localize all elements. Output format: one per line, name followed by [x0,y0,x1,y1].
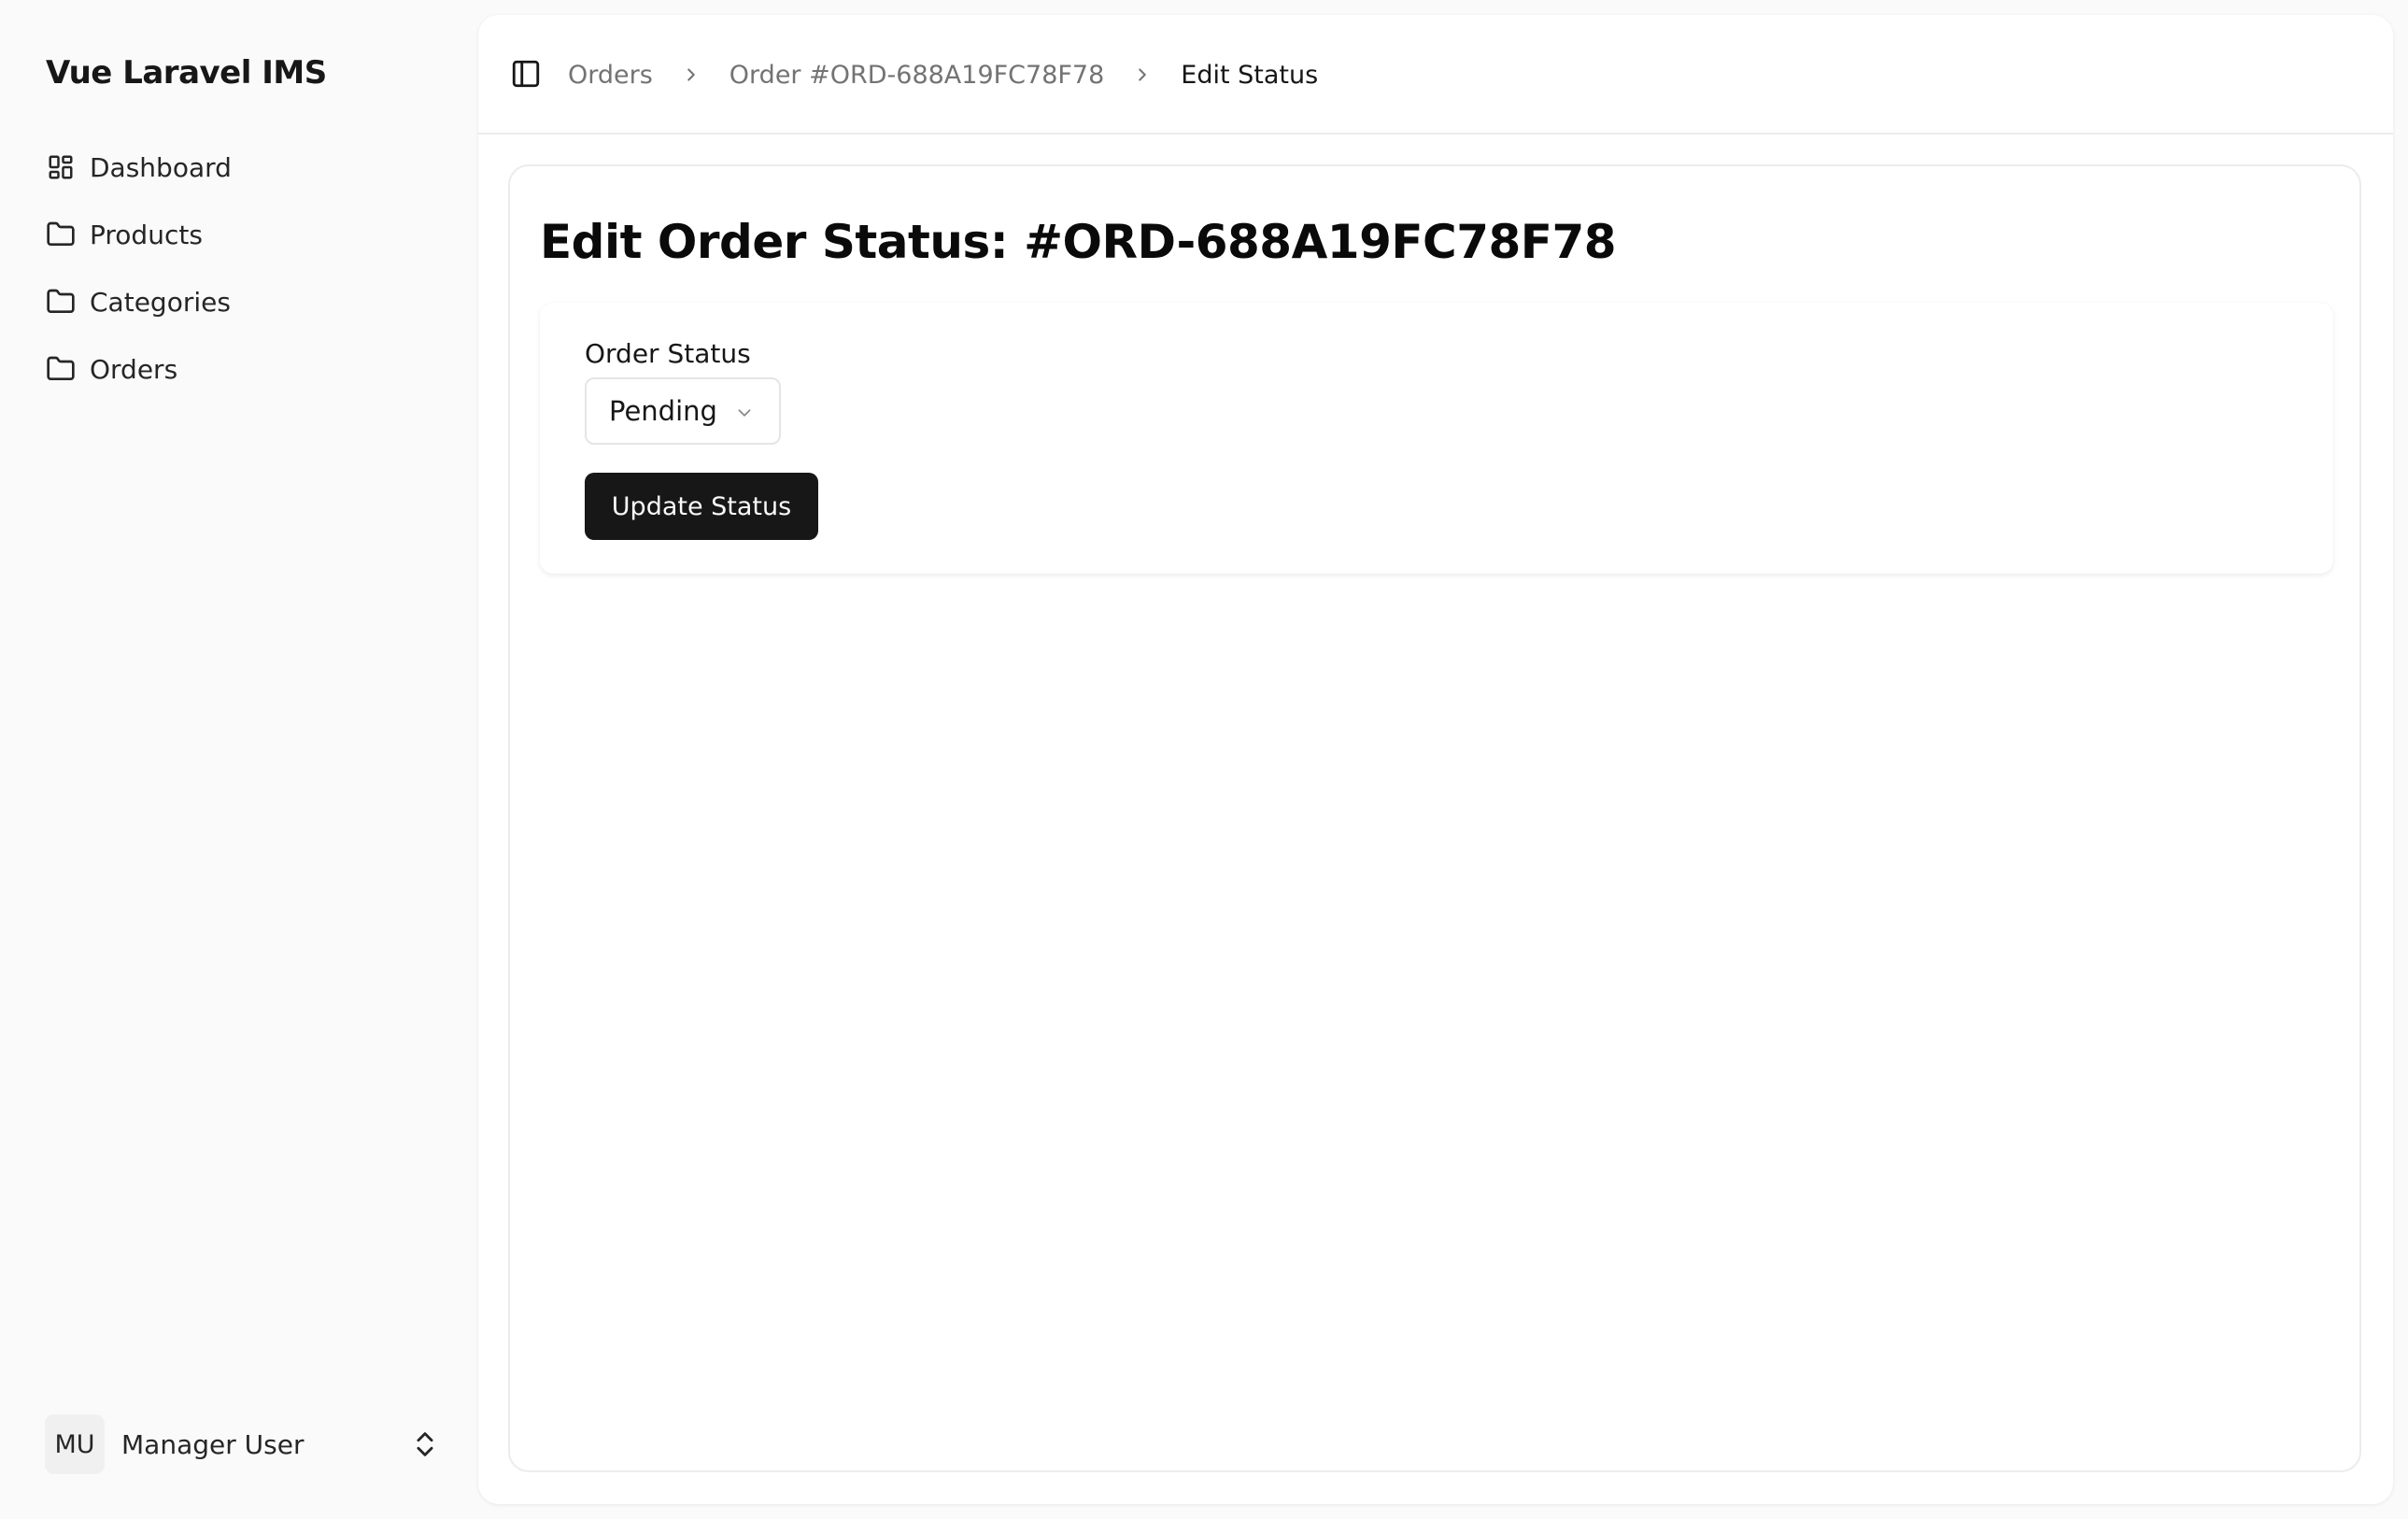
topbar: Orders Order #ORD-688A19FC78F78 Edit Sta… [478,15,2393,135]
sidebar-item-label: Orders [90,353,178,385]
status-form: Order Status Pending Update Status [540,303,2333,574]
content-card: Edit Order Status: #ORD-688A19FC78F78 Or… [508,164,2361,1472]
sidebar-item-dashboard[interactable]: Dashboard [32,134,454,201]
chevrons-up-down-icon [409,1428,441,1460]
page-title: Edit Order Status: #ORD-688A19FC78F78 [540,215,1617,269]
folder-icon [45,353,77,385]
main-panel: Orders Order #ORD-688A19FC78F78 Edit Sta… [478,15,2393,1504]
user-menu[interactable]: MU Manager User [32,1411,454,1478]
chevron-right-icon [679,63,703,87]
app-title: Vue Laravel IMS [46,54,327,92]
folder-icon [45,219,77,250]
order-status-value: Pending [609,395,717,427]
user-name: Manager User [121,1428,305,1460]
folder-icon [45,286,77,318]
breadcrumb-current: Edit Status [1181,60,1319,90]
breadcrumb-order[interactable]: Order #ORD-688A19FC78F78 [729,61,1104,90]
sidebar-toggle-icon[interactable] [510,58,542,90]
chevron-right-icon [1130,63,1154,87]
breadcrumb: Orders Order #ORD-688A19FC78F78 Edit Sta… [568,56,1318,93]
avatar: MU [45,1414,105,1474]
dashboard-grid-icon [45,151,77,183]
sidebar-item-label: Categories [90,286,231,318]
sidebar-item-label: Products [90,219,203,250]
sidebar-item-label: Dashboard [90,151,232,183]
chevron-down-icon [734,403,755,423]
sidebar: Vue Laravel IMS Dashboard Products Categ… [0,0,476,1519]
sidebar-item-categories[interactable]: Categories [32,268,454,335]
sidebar-nav: Dashboard Products Categories Orders [32,134,454,403]
order-status-select[interactable]: Pending [585,377,781,445]
breadcrumb-orders[interactable]: Orders [568,61,653,90]
update-status-button[interactable]: Update Status [585,473,818,540]
app-root: Vue Laravel IMS Dashboard Products Categ… [0,0,2408,1519]
order-status-label: Order Status [585,338,751,369]
sidebar-item-products[interactable]: Products [32,201,454,268]
sidebar-item-orders[interactable]: Orders [32,335,454,403]
